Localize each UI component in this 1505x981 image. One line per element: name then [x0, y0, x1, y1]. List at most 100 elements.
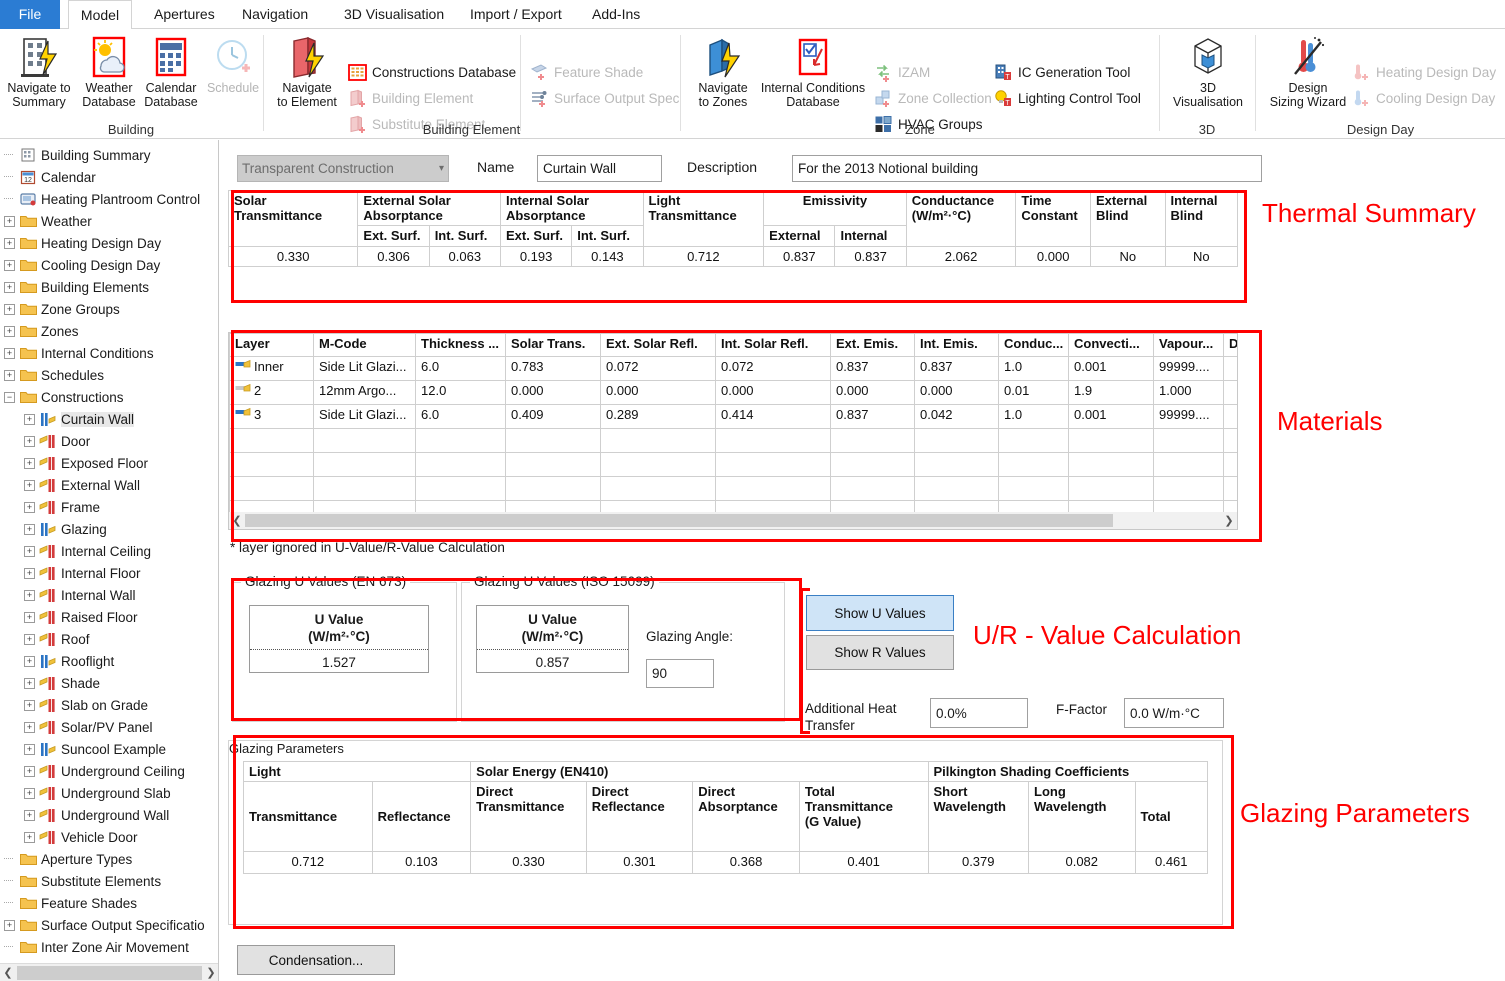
navigate-to-summary-button[interactable]: Navigate to Summary [2, 33, 76, 109]
tree-expand-icon[interactable]: + [24, 523, 35, 535]
tree-expand-icon[interactable]: + [24, 457, 35, 469]
show-u-values-button[interactable]: Show U Values [806, 595, 954, 631]
tree-expand-icon[interactable]: + [24, 677, 35, 689]
tree-item-frame[interactable]: + Frame [0, 496, 218, 518]
tree-expand-icon[interactable]: + [4, 347, 15, 359]
tree-item-zones[interactable]: + Zones [0, 320, 218, 342]
scroll-thumb[interactable] [17, 965, 202, 980]
tree-expand-icon[interactable]: + [24, 413, 35, 425]
materials-scroll-right-icon[interactable]: ❯ [1221, 514, 1237, 527]
tree-item-underground-ceiling[interactable]: + Underground Ceiling [0, 760, 218, 782]
tree-item-building-elements[interactable]: + Building Elements [0, 276, 218, 298]
table-row[interactable]: 3 Side Lit Glazi... 6.0 0.409 0.289 0.414 0.83… [229, 404, 1237, 429]
tree-item-heating-design-day[interactable]: + Heating Design Day [0, 232, 218, 254]
materials-col-header[interactable]: Ext. Emis. [830, 333, 915, 357]
materials-col-header[interactable]: Ext. Solar Refl. [600, 333, 716, 357]
tab-import-export[interactable]: Import / Export [456, 0, 576, 29]
tree-item-aperture-types[interactable]: Aperture Types [0, 848, 218, 870]
tree-expand-icon[interactable]: + [4, 281, 15, 293]
tree-item-external-wall[interactable]: + External Wall [0, 474, 218, 496]
tree-item-internal-wall[interactable]: + Internal Wall [0, 584, 218, 606]
tree-expand-icon[interactable]: + [24, 809, 35, 821]
model-tree[interactable]: Building Summary 12 Calendar Heating Plantr… [0, 140, 218, 958]
tree-item-slab-on-grade[interactable]: + Slab on Grade [0, 694, 218, 716]
tree-item-underground-wall[interactable]: + Underground Wall [0, 804, 218, 826]
construction-type-combo[interactable]: Transparent Construction ▾ [237, 155, 449, 182]
materials-col-header[interactable]: D [1223, 333, 1237, 357]
materials-col-header[interactable]: Int. Solar Refl. [715, 333, 831, 357]
materials-col-header[interactable]: Layer [229, 333, 314, 357]
tab-model[interactable]: Model [68, 0, 132, 30]
materials-layers-grid[interactable]: Layer M-Code Thickness ... Solar Trans. Ext.… [228, 332, 1238, 530]
tree-item-internal-floor[interactable]: + Internal Floor [0, 562, 218, 584]
name-input[interactable]: Curtain Wall [537, 155, 662, 182]
materials-col-header[interactable]: Solar Trans. [505, 333, 601, 357]
internal-conditions-database-button[interactable]: Internal Conditions Database [758, 33, 868, 109]
tree-expand-icon[interactable]: + [24, 831, 35, 843]
tree-expand-icon[interactable]: + [24, 501, 35, 513]
table-row[interactable]: 2 12mm Argo... 12.0 0.000 0.000 0.000 0.000 0.0… [229, 380, 1237, 405]
ic-generation-tool-button[interactable]: T IC Generation Tool [994, 59, 1130, 85]
tree-item-schedules[interactable]: + Schedules [0, 364, 218, 386]
tree-expand-icon[interactable]: + [24, 479, 35, 491]
tree-expand-icon[interactable]: + [24, 655, 35, 667]
show-r-values-button[interactable]: Show R Values [806, 635, 954, 670]
tree-expand-icon[interactable]: + [4, 303, 15, 315]
tree-expand-icon[interactable]: + [4, 215, 15, 227]
tree-item-curtain-wall[interactable]: + Curtain Wall [0, 408, 218, 430]
f-factor-input[interactable]: 0.0 W/m·°C [1124, 698, 1224, 728]
tree-expand-icon[interactable]: + [24, 611, 35, 623]
tree-item-vehicle-door[interactable]: + Vehicle Door [0, 826, 218, 848]
tree-item-heating-plantroom-control[interactable]: Heating Plantroom Control [0, 188, 218, 210]
tree-expand-icon[interactable]: + [24, 545, 35, 557]
tree-expand-icon[interactable]: + [24, 567, 35, 579]
materials-col-header[interactable]: Int. Emis. [914, 333, 999, 357]
tree-item-internal-conditions[interactable]: + Internal Conditions [0, 342, 218, 364]
tree-expand-icon[interactable]: + [4, 259, 15, 271]
tree-item-feature-shades[interactable]: Feature Shades [0, 892, 218, 914]
scroll-right-icon[interactable]: ❯ [203, 966, 218, 979]
tab-3d-visualisation[interactable]: 3D Visualisation [330, 0, 458, 29]
tree-item-zone-groups[interactable]: + Zone Groups [0, 298, 218, 320]
glazing-angle-input[interactable]: 90 [646, 659, 714, 688]
navigate-to-element-button[interactable]: Navigate to Element [270, 33, 344, 109]
tree-item-glazing[interactable]: + Glazing [0, 518, 218, 540]
tree-item-roof[interactable]: + Roof [0, 628, 218, 650]
tree-item-constructions[interactable]: − Constructions [0, 386, 218, 408]
tree-expand-icon[interactable]: + [24, 743, 35, 755]
tree-item-underground-slab[interactable]: + Underground Slab [0, 782, 218, 804]
description-input[interactable]: For the 2013 Notional building [792, 155, 1262, 182]
materials-col-header[interactable]: Thickness ... [415, 333, 506, 357]
tree-expand-icon[interactable]: + [24, 721, 35, 733]
tree-item-weather[interactable]: + Weather [0, 210, 218, 232]
materials-col-header[interactable]: Convecti... [1068, 333, 1154, 357]
design-sizing-wizard-button[interactable]: Design Sizing Wizard [1262, 33, 1354, 109]
materials-col-header[interactable]: M-Code [313, 333, 416, 357]
tree-expand-icon[interactable]: + [24, 589, 35, 601]
tree-item-solar-pv-panel[interactable]: + Solar/PV Panel [0, 716, 218, 738]
materials-col-header[interactable]: Vapour... [1153, 333, 1224, 357]
tree-item-inter-zone-air-movement[interactable]: Inter Zone Air Movement [0, 936, 218, 958]
tree-expand-icon[interactable]: + [4, 237, 15, 249]
tree-item-exposed-floor[interactable]: + Exposed Floor [0, 452, 218, 474]
tree-item-building-summary[interactable]: Building Summary [0, 144, 218, 166]
tree-item-surface-output-specificatio[interactable]: + Surface Output Specificatio [0, 914, 218, 936]
tree-expand-icon[interactable]: + [4, 919, 15, 931]
tree-item-substitute-elements[interactable]: Substitute Elements [0, 870, 218, 892]
navigate-to-zones-button[interactable]: Navigate to Zones [686, 33, 760, 109]
additional-heat-transfer-input[interactable]: 0.0% [930, 698, 1028, 728]
tab-add-ins[interactable]: Add-Ins [578, 0, 654, 29]
materials-scroll-left-icon[interactable]: ❮ [229, 514, 245, 527]
model-tree-sidebar[interactable]: Building Summary 12 Calendar Heating Plantr… [0, 140, 219, 981]
tree-expand-icon[interactable]: + [4, 369, 15, 381]
tree-collapse-icon[interactable]: − [4, 391, 15, 403]
materials-scroll-thumb[interactable] [245, 514, 1113, 527]
tree-item-cooling-design-day[interactable]: + Cooling Design Day [0, 254, 218, 276]
table-row[interactable]: Inner Side Lit Glazi... 6.0 0.783 0.072 0.072… [229, 356, 1237, 381]
materials-horizontal-scrollbar[interactable]: ❮ ❯ [229, 512, 1237, 529]
tab-file[interactable]: File [0, 0, 60, 29]
tree-expand-icon[interactable]: + [24, 787, 35, 799]
tree-expand-icon[interactable]: + [24, 765, 35, 777]
tree-item-door[interactable]: + Door [0, 430, 218, 452]
tree-expand-icon[interactable]: + [24, 435, 35, 447]
